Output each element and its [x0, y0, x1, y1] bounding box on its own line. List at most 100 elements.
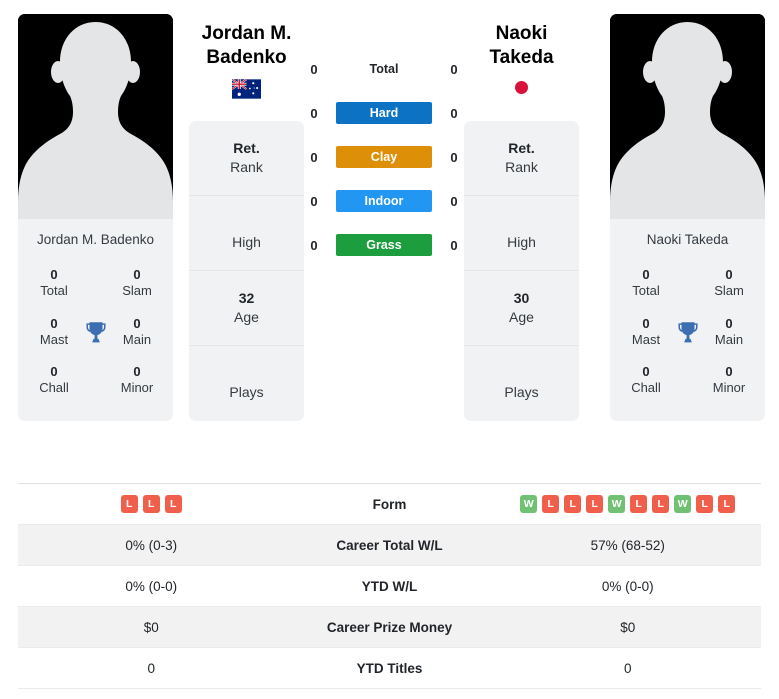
- japan-flag-icon: [515, 80, 528, 94]
- right-surface-count: 0: [450, 105, 458, 121]
- player-comparison-page: Jordan M. Badenko 0 Total 0 Slam 0 Mast …: [0, 0, 779, 699]
- form-badge-win[interactable]: W: [520, 495, 538, 513]
- right-info-rank: Ret. Rank: [464, 121, 579, 196]
- title-stat-label: Total: [40, 283, 68, 299]
- comparison-top-area: Jordan M. Badenko 0 Total 0 Slam 0 Mast …: [0, 0, 779, 475]
- title-stat-value: 0: [642, 364, 650, 380]
- info-value: Ret.: [233, 140, 260, 157]
- surface-titles-column: 0 Total 0 0 Hard 0 0 Clay 0 0 Indoor 0 0: [304, 0, 464, 256]
- right-player-name-line2: Takeda: [489, 47, 554, 69]
- left-surface-count: 0: [310, 61, 318, 77]
- left-titles-grid: 0 Total 0 Slam 0 Mast 0 Main 0 Chall 0 M…: [18, 261, 173, 421]
- right-info-column: Naoki Takeda Ret. Rank High 30 Age Plays: [464, 0, 579, 421]
- stats-row-ytd-titles: 0 YTD Titles 0: [18, 648, 761, 689]
- stats-row-ytd-wl: 0% (0-0) YTD W/L 0% (0-0): [18, 566, 761, 607]
- left-info-age: 32 Age: [189, 271, 304, 346]
- form-badge-loss[interactable]: L: [564, 495, 582, 513]
- title-stat-minor: 0 Minor: [111, 364, 163, 397]
- left-player-column: Jordan M. Badenko 0 Total 0 Slam 0 Mast …: [18, 0, 173, 421]
- title-stat-label: Slam: [122, 283, 152, 299]
- right-info-card: Ret. Rank High 30 Age Plays: [464, 120, 579, 421]
- left-ytd-titles: 0: [147, 660, 155, 676]
- right-career-prize-money: $0: [620, 619, 636, 635]
- title-stat-chall: 0 Chall: [620, 364, 672, 397]
- title-stat-label: Slam: [714, 283, 744, 299]
- info-label: High: [232, 233, 261, 250]
- right-player-card: Naoki Takeda 0 Total 0 Slam 0 Mast 0 Mai…: [610, 14, 765, 421]
- left-info-card: Ret. Rank High 32 Age Plays: [189, 120, 304, 421]
- title-stat-mast: 0 Mast: [620, 316, 672, 349]
- right-info-plays: Plays: [464, 346, 579, 421]
- right-career-total-wl: 57% (68-52): [590, 537, 665, 553]
- form-badge-loss[interactable]: L: [586, 495, 604, 513]
- info-label: High: [507, 233, 536, 250]
- title-stat-value: 0: [725, 315, 733, 331]
- stats-label-career-prize-money: Career Prize Money: [326, 619, 453, 635]
- form-badge-loss[interactable]: L: [164, 495, 182, 513]
- trophy-icon: [673, 317, 703, 347]
- form-badge-loss[interactable]: L: [542, 495, 560, 513]
- info-label: Rank: [505, 158, 538, 175]
- info-value: [468, 215, 575, 233]
- right-surface-count: 0: [450, 61, 458, 77]
- title-stat-mast: 0 Mast: [28, 316, 80, 349]
- left-player-name-line2: Badenko: [206, 47, 287, 69]
- title-stat-value: 0: [50, 267, 58, 283]
- left-info-plays: Plays: [189, 346, 304, 421]
- title-stat-value: 0: [725, 267, 733, 283]
- form-badge-loss[interactable]: L: [630, 495, 648, 513]
- right-ytd-wl: 0% (0-0): [601, 578, 654, 594]
- left-ytd-wl: 0% (0-0): [125, 578, 178, 594]
- left-flag-wrap: [189, 71, 304, 113]
- titles-row: 0 Mast 0 Main: [24, 310, 167, 359]
- form-badge-loss[interactable]: L: [142, 495, 160, 513]
- left-info-column: Jordan M. Badenko Ret. Rank High 32 Age …: [189, 0, 304, 421]
- surface-row-clay: 0 Clay 0: [304, 146, 464, 168]
- titles-row: 0 Chall 0 Minor: [616, 358, 759, 407]
- surface-row-indoor: 0 Indoor 0: [304, 190, 464, 212]
- title-stat-value: 0: [642, 267, 650, 283]
- title-stat-label: Chall: [39, 380, 69, 396]
- surface-row-total: 0 Total 0: [304, 58, 464, 80]
- info-label: Plays: [229, 384, 264, 401]
- info-value: [468, 365, 575, 383]
- right-player-avatar: [610, 14, 765, 219]
- titles-row: 0 Mast 0 Main: [616, 310, 759, 359]
- stats-label-ytd-wl: YTD W/L: [361, 578, 418, 594]
- info-value: [193, 215, 300, 233]
- stats-row-career-total-wl: 0% (0-3) Career Total W/L 57% (68-52): [18, 525, 761, 566]
- title-stat-value: 0: [50, 364, 58, 380]
- form-badge-loss[interactable]: L: [718, 495, 736, 513]
- form-badge-win[interactable]: W: [674, 495, 692, 513]
- form-badge-win[interactable]: W: [608, 495, 626, 513]
- form-badge-loss[interactable]: L: [120, 495, 138, 513]
- titles-row: 0 Total 0 Slam: [24, 261, 167, 310]
- right-player-name-line1: Naoki: [495, 23, 548, 44]
- right-flag-wrap: [464, 71, 579, 113]
- title-stat-label: Main: [122, 331, 152, 347]
- left-player-card-name: Jordan M. Badenko: [36, 232, 155, 247]
- title-stat-label: Minor: [712, 380, 746, 396]
- form-badge-loss[interactable]: L: [696, 495, 714, 513]
- surface-label-hard: Hard: [336, 102, 432, 124]
- title-stat-label: Total: [632, 283, 660, 299]
- title-stat-value: 0: [642, 315, 650, 331]
- title-stat-value: 0: [50, 315, 58, 331]
- surface-label-total: Total: [369, 62, 399, 76]
- right-surface-count: 0: [450, 149, 458, 165]
- stats-label-ytd-titles: YTD Titles: [356, 660, 423, 676]
- comparison-stats-table: LLL Form WLLLWLLWLL 0% (0-3) Career Tota…: [18, 483, 761, 689]
- stats-row-form: LLL Form WLLLWLLWLL: [18, 484, 761, 525]
- titles-row: 0 Chall 0 Minor: [24, 358, 167, 407]
- form-badge-loss[interactable]: L: [652, 495, 670, 513]
- title-stat-total: 0 Total: [28, 267, 80, 300]
- right-surface-count: 0: [450, 237, 458, 253]
- info-label: Age: [509, 308, 534, 325]
- left-career-prize-money: $0: [143, 619, 159, 635]
- info-value: 32: [238, 290, 255, 307]
- info-value: 30: [513, 290, 530, 307]
- surface-row-grass: 0 Grass 0: [304, 234, 464, 256]
- title-stat-label: Mast: [631, 331, 661, 347]
- left-career-total-wl: 0% (0-3): [125, 537, 178, 553]
- right-surface-count: 0: [450, 193, 458, 209]
